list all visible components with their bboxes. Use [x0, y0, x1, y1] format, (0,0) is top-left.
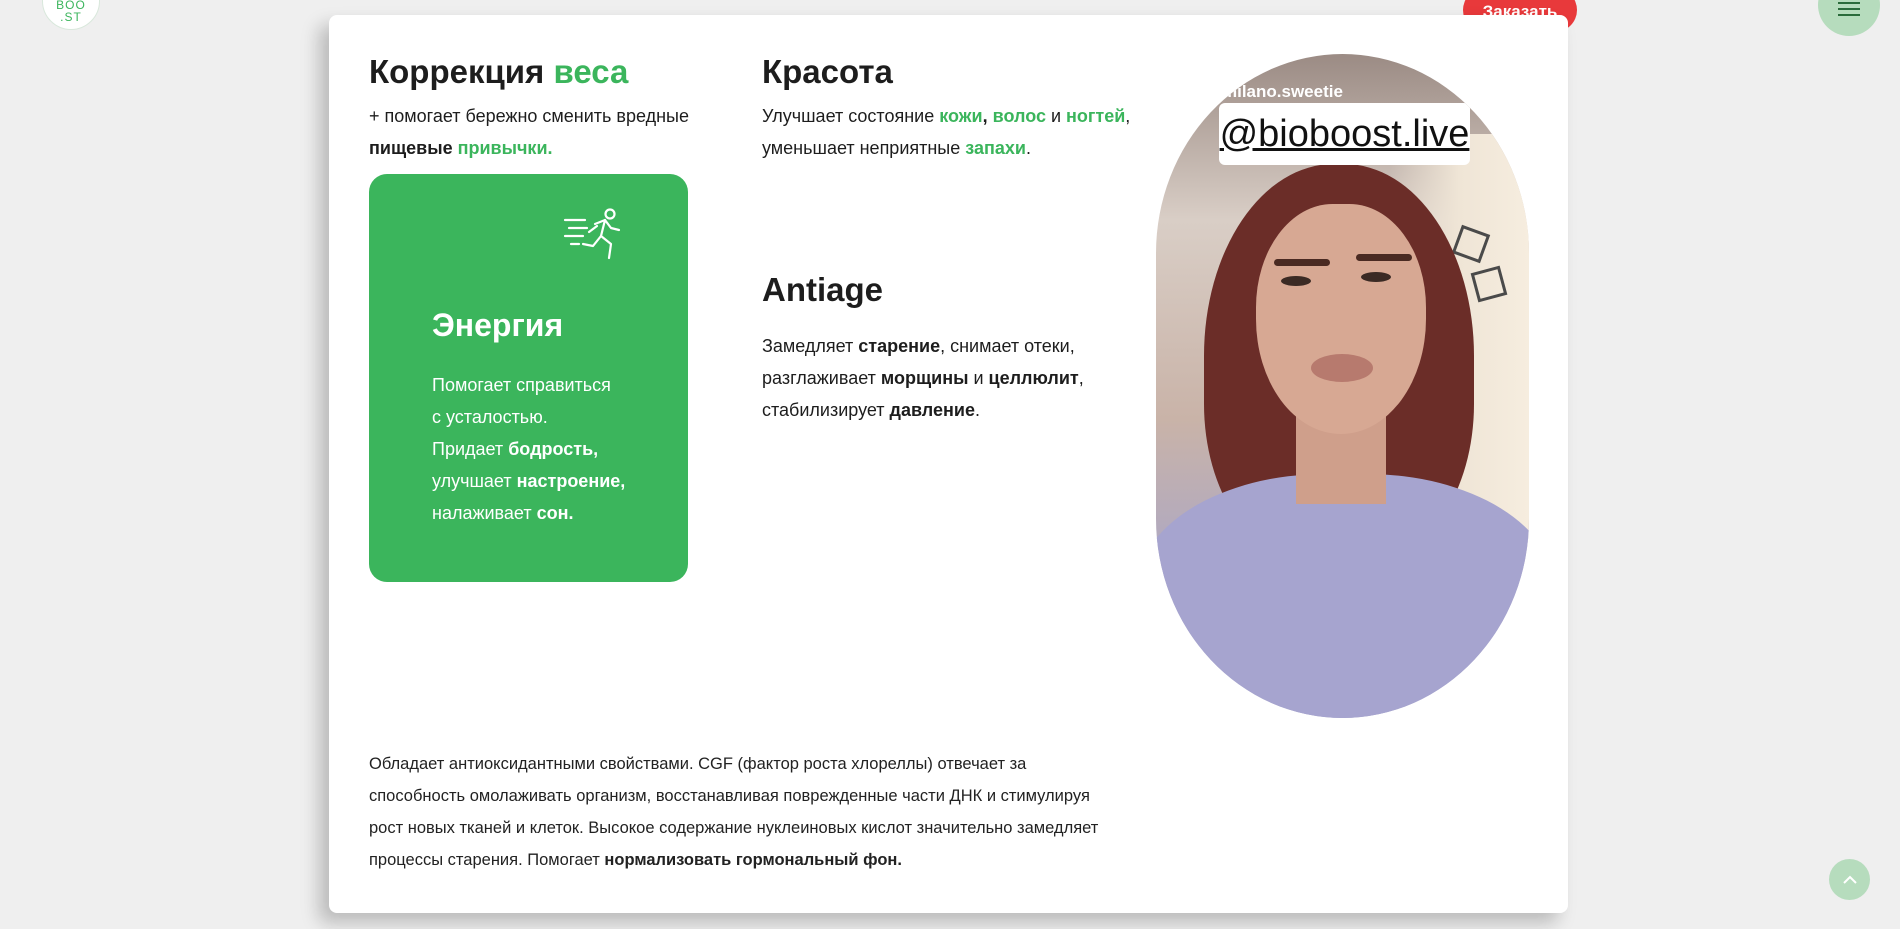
weight-text: + помогает бережно сменить вредные пищев… — [369, 106, 690, 158]
video-player[interactable]: milano.sweetie @bioboost.live — [1156, 54, 1529, 718]
person-shirt — [1156, 474, 1529, 718]
beauty-text: Улучшает состояние кожи, волос и ногтей,… — [762, 106, 1131, 158]
person-eye — [1281, 276, 1311, 286]
person-eye — [1361, 272, 1391, 282]
logo[interactable]: BIO BOO .ST — [42, 0, 100, 30]
logo-text: BIO BOO .ST — [56, 0, 86, 24]
antiage-title: Antiage — [762, 271, 884, 308]
weight-title: Коррекция веса — [369, 53, 629, 90]
beauty-title: Красота — [762, 53, 893, 90]
video-username: milano.sweetie — [1222, 82, 1343, 101]
chevron-up-icon — [1842, 875, 1857, 884]
person-brow — [1356, 254, 1412, 261]
scroll-top-button[interactable] — [1829, 859, 1870, 900]
energy-title: Энергия — [432, 307, 564, 343]
running-person-icon — [563, 208, 621, 260]
person-lips — [1311, 354, 1373, 382]
person-brow — [1274, 259, 1330, 266]
energy-text: Помогает справиться с усталостью. Придае… — [432, 375, 626, 523]
person-face — [1256, 204, 1426, 434]
benefits-card: Коррекция веса + помогает бережно сменит… — [329, 15, 1568, 913]
antiage-text: Замедляет старение, снимает отеки, разгл… — [762, 336, 1084, 420]
description-text: Обладает антиоксидантными свойствами. CG… — [369, 755, 1099, 869]
menu-button[interactable] — [1818, 0, 1880, 36]
hamburger-menu-icon — [1838, 2, 1860, 16]
video-handle-label: @bioboost.live — [1219, 103, 1470, 165]
weight-title-accent: веса — [553, 53, 629, 90]
energy-card: Энергия Помогает справиться с усталостью… — [369, 174, 688, 582]
